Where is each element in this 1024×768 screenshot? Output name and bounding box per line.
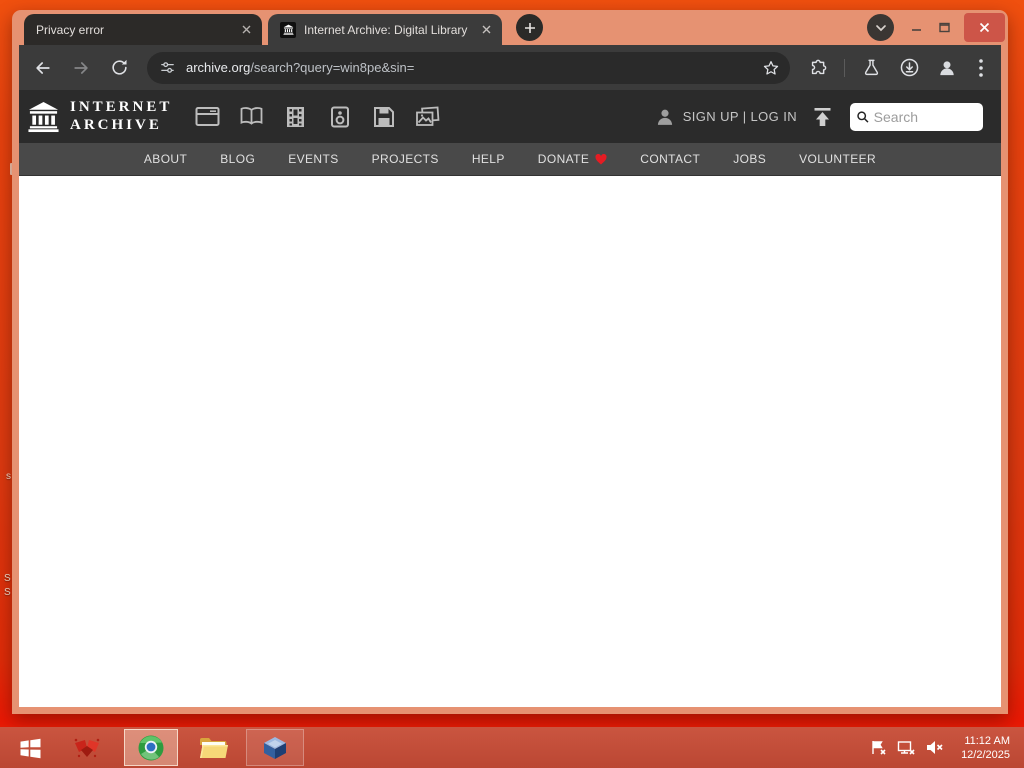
software-icon[interactable] <box>370 103 397 130</box>
site-settings-icon[interactable] <box>159 59 176 76</box>
nav-blog[interactable]: BLOG <box>220 152 255 166</box>
web-page: INTERNET ARCHIVE SIGN UP | LOG IN Search… <box>19 90 1001 707</box>
profile-button[interactable] <box>931 52 963 84</box>
url-path: /search?query=win8pe&sin= <box>250 60 415 75</box>
virtualbox-icon <box>264 736 286 759</box>
url-text: archive.org/search?query=win8pe&sin= <box>186 60 762 75</box>
tab-search-button[interactable] <box>867 14 894 41</box>
upload-icon <box>814 107 831 126</box>
tab-title: Privacy error <box>36 22 105 37</box>
audio-icon[interactable] <box>326 103 353 130</box>
taskbar-app-browser[interactable] <box>124 729 178 766</box>
nav-contact[interactable]: CONTACT <box>640 152 700 166</box>
maximize-button[interactable] <box>932 16 956 38</box>
clock-date: 12/2/2025 <box>961 748 1010 761</box>
minimize-button[interactable] <box>904 16 928 38</box>
tab-strip: Privacy error Internet Archive: Digital … <box>12 10 1008 45</box>
nav-jobs[interactable]: JOBS <box>733 152 766 166</box>
nav-label: HELP <box>471 152 505 166</box>
close-window-button[interactable] <box>964 13 1005 42</box>
clock-time: 11:12 AM <box>964 734 1010 747</box>
browser-window: Privacy error Internet Archive: Digital … <box>12 10 1008 714</box>
system-tray: 11:12 AM 12/2/2025 <box>870 734 1016 762</box>
desktop-icon-label-fragment: S <box>4 573 11 584</box>
nav-label: VOLUNTEER <box>799 152 877 166</box>
nav-label: JOBS <box>733 152 767 166</box>
search-box[interactable] <box>850 102 983 131</box>
browser-app-icon <box>138 735 164 760</box>
tab-internet-archive[interactable]: Internet Archive: Digital Library <box>268 14 502 45</box>
search-input[interactable] <box>873 108 977 125</box>
taskbar: 11:12 AM 12/2/2025 <box>0 727 1024 768</box>
internet-archive-favicon <box>280 21 296 38</box>
nav-label: DONATE <box>537 152 590 166</box>
taskbar-app-virtualbox[interactable] <box>246 729 304 766</box>
taskbar-clock[interactable]: 11:12 AM 12/2/2025 <box>961 734 1010 762</box>
address-bar[interactable]: archive.org/search?query=win8pe&sin= <box>147 51 790 84</box>
heart-icon <box>595 153 607 164</box>
url-domain: archive.org <box>186 60 251 75</box>
nav-donate[interactable]: DONATE <box>538 152 608 166</box>
nav-volunteer[interactable]: VOLUNTEER <box>799 152 876 166</box>
network-disconnected-icon[interactable] <box>897 739 916 756</box>
archive-building-icon <box>28 101 59 133</box>
nav-label: CONTACT <box>640 152 701 166</box>
extensions-button[interactable] <box>802 52 834 84</box>
taskbar-app-file-explorer[interactable] <box>190 729 236 766</box>
reload-button[interactable] <box>103 52 135 84</box>
archive-wordmark: INTERNET ARCHIVE <box>70 99 172 134</box>
downloads-button[interactable] <box>893 52 925 84</box>
nav-events[interactable]: EVENTS <box>288 152 338 166</box>
wordmark-line1: INTERNET <box>70 99 173 116</box>
archive-nav: ABOUT BLOG EVENTS PROJECTS HELP DONATE C… <box>19 143 1001 176</box>
signup-login-link[interactable]: SIGN UP | LOG IN <box>683 109 797 124</box>
taskbar-app-red-x[interactable] <box>64 729 110 766</box>
file-explorer-icon <box>200 737 228 758</box>
tab-close-icon[interactable] <box>238 22 254 38</box>
browser-toolbar: archive.org/search?query=win8pe&sin= <box>19 45 1001 90</box>
wordmark-line2: ARCHIVE <box>70 116 162 133</box>
toolbar-divider <box>844 58 845 77</box>
nav-label: PROJECTS <box>371 152 439 166</box>
upload-button[interactable] <box>813 107 832 127</box>
forward-button[interactable] <box>65 52 97 84</box>
archive-logo[interactable]: INTERNET ARCHIVE <box>27 99 172 134</box>
tab-privacy-error[interactable]: Privacy error <box>24 14 262 45</box>
action-center-flag-icon[interactable] <box>870 739 887 756</box>
tab-close-icon[interactable] <box>478 22 494 38</box>
nav-about[interactable]: ABOUT <box>144 152 187 166</box>
start-icon <box>20 738 40 758</box>
nav-label: EVENTS <box>288 152 339 166</box>
desktop-icon-label-fragment: S <box>4 587 11 598</box>
volume-muted-icon[interactable] <box>926 739 945 756</box>
person-icon <box>657 109 672 125</box>
menu-kebab-button[interactable] <box>969 52 993 84</box>
desktop-icon-label-fragment: s <box>6 471 11 482</box>
red-x-app-icon <box>74 738 100 757</box>
search-magnifier-icon <box>857 110 869 123</box>
nav-label: BLOG <box>220 152 256 166</box>
texts-icon[interactable] <box>238 103 265 130</box>
new-tab-button[interactable] <box>516 14 543 41</box>
tab-title: Internet Archive: Digital Library <box>304 22 468 37</box>
bookmark-star-icon[interactable] <box>762 59 780 77</box>
auth-links[interactable]: SIGN UP | LOG IN <box>655 107 797 127</box>
nav-help[interactable]: HELP <box>472 152 505 166</box>
images-icon[interactable] <box>414 103 441 130</box>
media-type-bar <box>194 103 441 130</box>
video-icon[interactable] <box>282 103 309 130</box>
nav-projects[interactable]: PROJECTS <box>372 152 439 166</box>
web-icon[interactable] <box>194 103 221 130</box>
nav-label: ABOUT <box>143 152 188 166</box>
header-right: SIGN UP | LOG IN <box>655 102 993 131</box>
labs-flask-button[interactable] <box>855 52 887 84</box>
desktop: s S S Privacy error Internet Archive: Di… <box>0 0 1024 768</box>
start-button[interactable] <box>8 729 52 766</box>
page-content <box>19 176 1001 707</box>
archive-header: INTERNET ARCHIVE SIGN UP | LOG IN Search <box>19 90 1001 143</box>
back-button[interactable] <box>27 52 59 84</box>
